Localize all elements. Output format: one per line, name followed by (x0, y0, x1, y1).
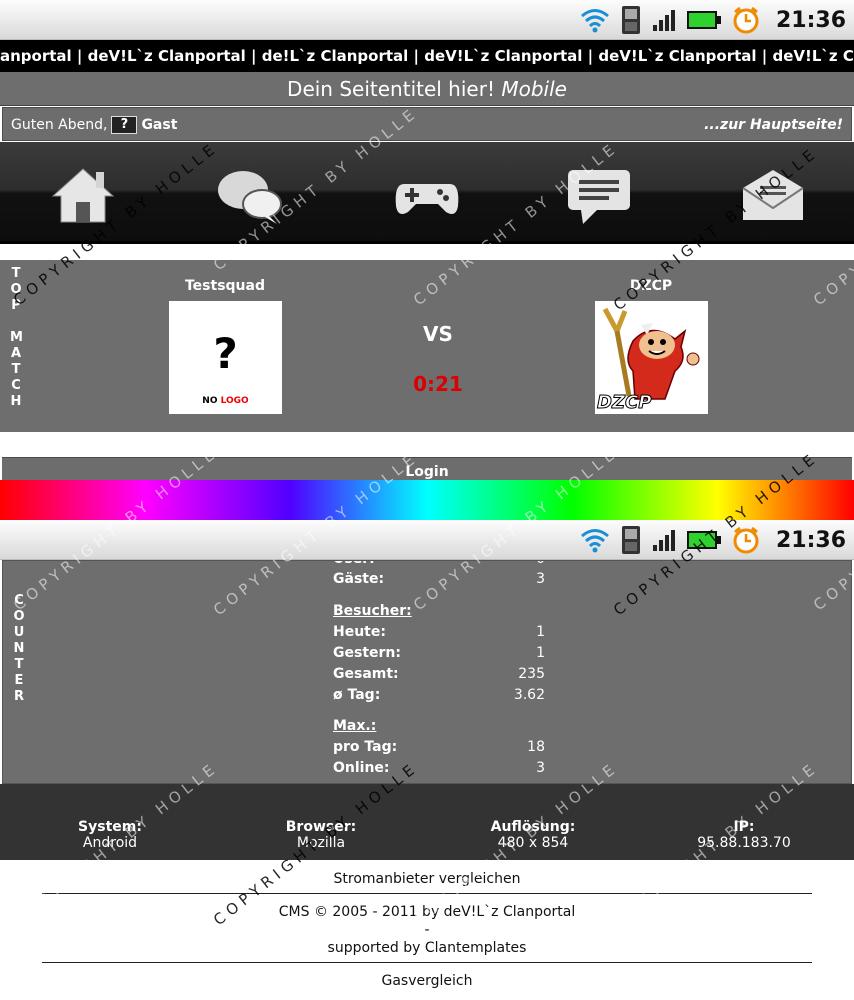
page-title: Dein Seitentitel hier! Mobile (0, 72, 854, 106)
footer-link-gas[interactable]: Gasvergleich (42, 973, 812, 989)
system-info-bar: System: Android Browser: Mozilla Auflösung… (0, 784, 854, 860)
counter-guests-value: 3 (536, 571, 545, 587)
team1-name[interactable]: Testsquad (155, 278, 295, 294)
footer-dash: - (424, 922, 430, 938)
counter-row-value: 3.62 (513, 687, 545, 703)
footer: Stromanbieter vergleichen CMS © 2005 - 2… (0, 860, 854, 1000)
match-score[interactable]: 0:21 (398, 372, 478, 396)
footer-divider (42, 962, 812, 963)
resolution-info: Auflösung: 480 x 854 (490, 819, 576, 851)
signal-icon (652, 10, 675, 31)
clock: 21:36 (775, 527, 846, 553)
username[interactable]: Gast (141, 117, 177, 133)
team2-logo[interactable]: DZCP (595, 301, 708, 414)
counter-label: COUNTER (13, 593, 25, 704)
counter-row-value: 1 (536, 624, 545, 640)
clock: 21:36 (775, 7, 846, 33)
ticker[interactable]: anportal | deV!L`z Clanportal | de!L`z C… (0, 40, 854, 72)
battery-icon (686, 531, 721, 549)
counter-row-label: ø Tag: (333, 687, 381, 703)
counter-row-value: 235 (518, 666, 545, 682)
phone-icon (621, 526, 640, 554)
team1-logo[interactable]: ? NO LOGO (169, 301, 282, 414)
browser-info: Browser: Mozilla (285, 819, 357, 851)
system-info: System: Android (78, 819, 142, 851)
visitors-heading: Besucher: (333, 603, 412, 619)
top-match-label: TOPMATCH (10, 266, 23, 409)
counter-row-label: Online: (333, 760, 390, 776)
max-heading: Max.: (333, 718, 377, 734)
status-bar: 21:36 (0, 0, 854, 40)
status-bar-second: 21:36 (0, 520, 854, 560)
signal-icon (652, 530, 675, 551)
nav-forum[interactable] (215, 166, 285, 226)
avatar: ? (111, 116, 138, 134)
counter-row-value: 18 (527, 739, 545, 755)
phone-icon (621, 6, 640, 34)
top-match-panel: TOPMATCH Testsquad ? NO LOGO VS 0:21 DZC… (0, 260, 854, 432)
nav-messages[interactable] (565, 166, 635, 226)
counter-row-value: 1 (536, 645, 545, 661)
counter-row-label: Heute: (333, 624, 386, 640)
wifi-icon (581, 529, 609, 553)
vs-label: VS (423, 322, 453, 346)
greeting-bar: Guten Abend,? Gast ...zur Hauptseite! (2, 107, 852, 141)
battery-icon (686, 11, 721, 29)
counter-row-label: pro Tag: (333, 739, 398, 755)
login-header[interactable]: Login (2, 457, 852, 481)
rainbow-divider (0, 480, 854, 520)
footer-divider (42, 893, 812, 894)
counter-row-value: 3 (536, 760, 545, 776)
nav-mail[interactable] (738, 166, 808, 226)
main-nav (0, 142, 854, 244)
gamepad-icon (395, 184, 459, 214)
home-link[interactable]: ...zur Hauptseite! (704, 108, 843, 142)
footer-link-strom[interactable]: Stromanbieter vergleichen (42, 871, 812, 887)
counter-panel: COUNTER User: 0 Gäste: 3 Besucher: Heute… (2, 560, 852, 784)
message-icon (568, 170, 630, 224)
footer-supported[interactable]: supported by Clantemplates (42, 940, 812, 956)
nav-home[interactable] (48, 166, 118, 226)
counter-guests-label: Gäste: (333, 571, 385, 587)
home-icon (51, 168, 115, 223)
wifi-icon (581, 9, 609, 33)
chat-icon (218, 171, 282, 224)
footer-copyright[interactable]: CMS © 2005 - 2011 by deV!L`z Clanportal (42, 904, 812, 920)
counter-row-label: Gestern: (333, 645, 401, 661)
alarm-icon (733, 6, 759, 34)
alarm-icon (733, 526, 759, 554)
counter-row-label: Gesamt: (333, 666, 399, 682)
ip-info: IP: 95.88.183.70 (697, 819, 791, 851)
nav-games[interactable] (392, 166, 462, 226)
team2-name[interactable]: DZCP (581, 278, 721, 294)
mail-icon (742, 170, 804, 220)
